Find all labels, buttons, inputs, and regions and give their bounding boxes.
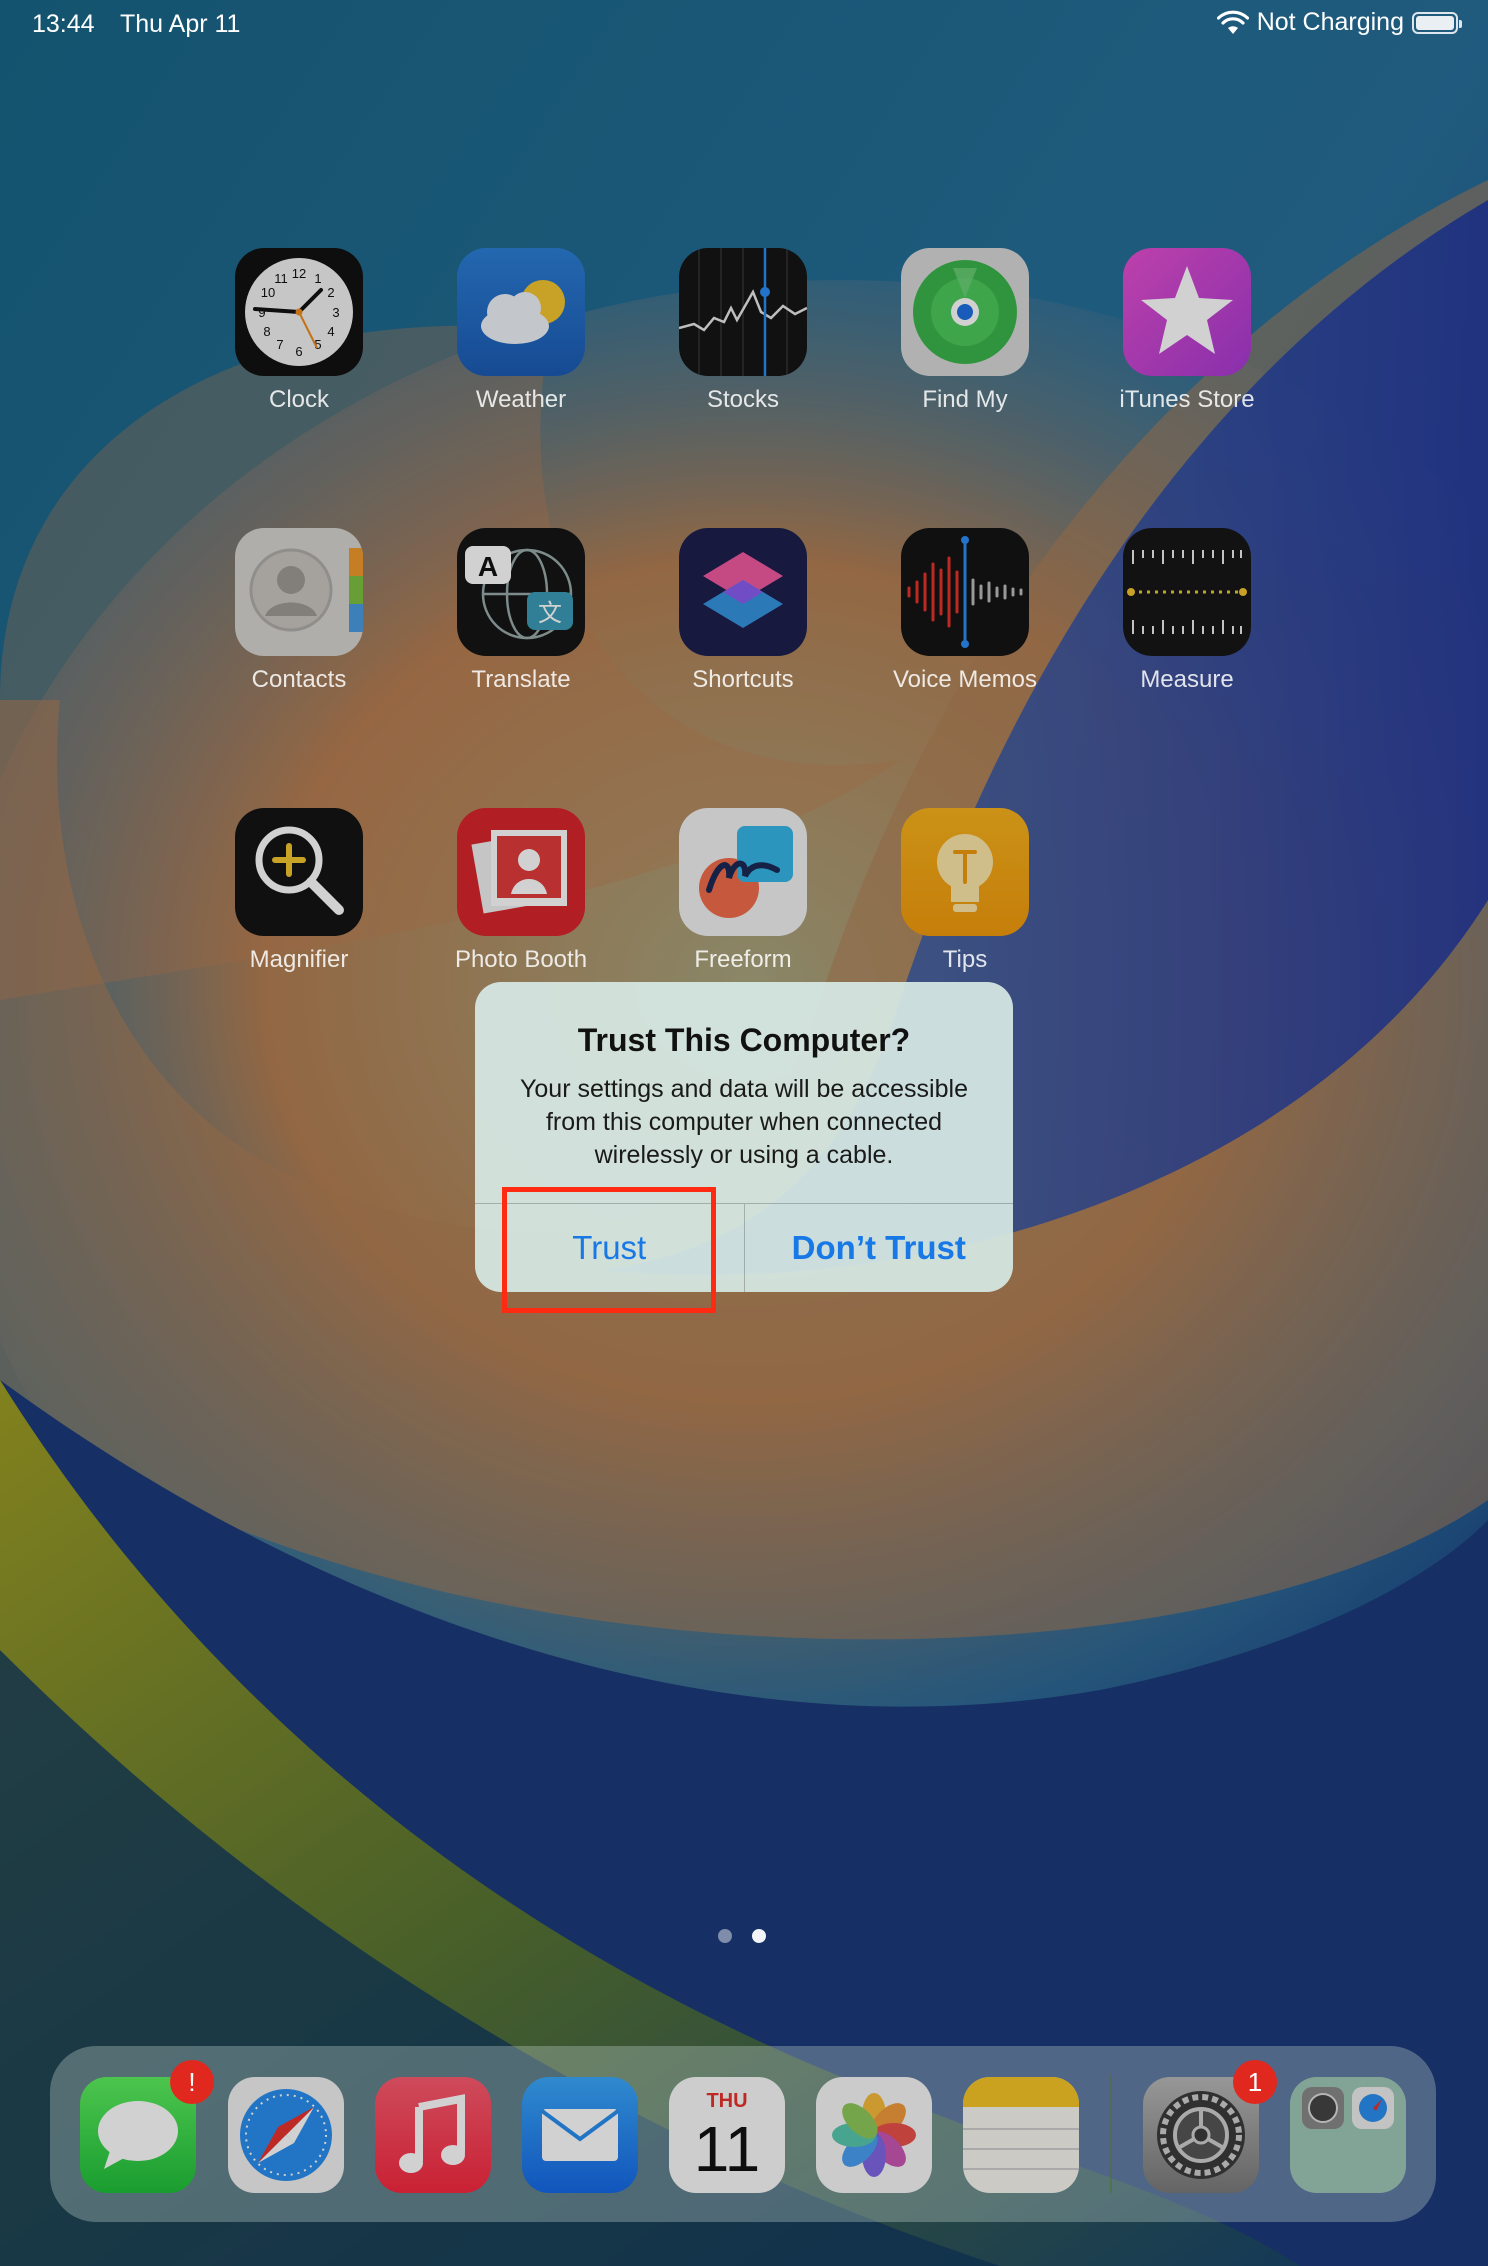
messages-badge: ! xyxy=(170,2060,214,2104)
itunes-store-icon xyxy=(1123,248,1251,376)
dock-notes[interactable] xyxy=(963,2077,1079,2193)
svg-text:2: 2 xyxy=(327,285,334,300)
translate-icon: A 文 xyxy=(457,528,585,656)
app-label: Contacts xyxy=(251,666,347,693)
freeform-icon xyxy=(679,808,807,936)
app-stocks[interactable]: Stocks xyxy=(643,248,843,414)
app-label: Find My xyxy=(922,386,1008,413)
svg-text:文: 文 xyxy=(538,599,562,627)
alert-title: Trust This Computer? xyxy=(577,1022,911,1058)
alert-message: Your settings and data will be accessibl… xyxy=(520,1075,968,1169)
svg-text:3: 3 xyxy=(332,305,339,320)
dock-calendar[interactable]: THU 11 xyxy=(669,2077,785,2193)
app-label: Voice Memos xyxy=(892,666,1038,693)
photos-icon xyxy=(816,2077,932,2193)
trust-button-highlight xyxy=(502,1187,716,1313)
page-indicator[interactable] xyxy=(718,1929,766,1943)
calendar-icon: THU 11 xyxy=(669,2077,785,2193)
dock-music[interactable] xyxy=(375,2077,491,2193)
dock-safari[interactable] xyxy=(228,2077,344,2193)
app-find-my[interactable]: Find My xyxy=(865,248,1065,414)
voice-memos-icon xyxy=(901,528,1029,656)
stocks-icon xyxy=(679,248,807,376)
svg-text:11: 11 xyxy=(274,271,288,286)
settings-badge: 1 xyxy=(1233,2060,1277,2104)
notes-icon xyxy=(963,2077,1079,2193)
dock-photos[interactable] xyxy=(816,2077,932,2193)
app-label: iTunes Store xyxy=(1119,386,1255,413)
status-bar: 13:44 Thu Apr 11 Not Charging xyxy=(0,0,1488,48)
find-my-icon xyxy=(901,248,1029,376)
svg-text:9: 9 xyxy=(258,305,265,320)
weather-icon xyxy=(457,248,585,376)
app-label: Shortcuts xyxy=(692,666,794,693)
app-contacts[interactable]: Contacts xyxy=(199,528,399,694)
svg-text:12: 12 xyxy=(292,266,306,281)
dock-app-library[interactable] xyxy=(1290,2077,1406,2193)
dock-mail[interactable] xyxy=(522,2077,638,2193)
calendar-weekday: THU xyxy=(706,2090,747,2112)
app-library-icon xyxy=(1290,2077,1406,2193)
dock-divider xyxy=(1110,2075,1112,2193)
status-indicators: Not Charging xyxy=(1216,8,1462,37)
battery-icon xyxy=(1412,11,1462,34)
svg-text:A: A xyxy=(478,551,498,582)
mail-icon xyxy=(522,2077,638,2193)
svg-text:4: 4 xyxy=(327,324,334,339)
page-dot[interactable] xyxy=(718,1929,732,1943)
svg-text:1: 1 xyxy=(314,271,321,286)
app-shortcuts[interactable]: Shortcuts xyxy=(643,528,843,694)
app-label: Measure xyxy=(1140,666,1234,693)
app-label: Magnifier xyxy=(249,946,349,973)
app-label: Stocks xyxy=(706,386,780,413)
app-itunes-store[interactable]: iTunes Store xyxy=(1087,248,1287,414)
dont-trust-button[interactable]: Don’t Trust xyxy=(743,1204,1014,1292)
svg-text:6: 6 xyxy=(295,344,302,359)
photo-booth-icon xyxy=(457,808,585,936)
app-label: Weather xyxy=(475,386,567,413)
svg-text:7: 7 xyxy=(276,337,283,352)
app-translate[interactable]: A 文 Translate xyxy=(421,528,621,694)
app-tips[interactable]: Tips xyxy=(865,808,1065,974)
app-label: Tips xyxy=(942,946,988,973)
magnifier-icon xyxy=(235,808,363,936)
app-clock[interactable]: 12 1 2 3 4 5 6 7 8 9 10 11 Clock xyxy=(199,248,399,414)
safari-icon xyxy=(228,2077,344,2193)
measure-icon xyxy=(1123,528,1251,656)
app-voice-memos[interactable]: Voice Memos xyxy=(865,528,1065,694)
app-label: Photo Booth xyxy=(454,946,588,973)
status-date: Thu Apr 11 xyxy=(120,10,241,38)
app-photo-booth[interactable]: Photo Booth xyxy=(421,808,621,974)
music-icon xyxy=(375,2077,491,2193)
svg-text:10: 10 xyxy=(261,285,275,300)
shortcuts-icon xyxy=(679,528,807,656)
battery-level xyxy=(1416,15,1454,30)
app-label: Translate xyxy=(471,666,571,693)
calendar-day: 11 xyxy=(694,2113,760,2185)
tips-icon xyxy=(901,808,1029,936)
page-dot-current[interactable] xyxy=(752,1929,766,1943)
charging-status: Not Charging xyxy=(1256,8,1404,36)
app-weather[interactable]: Weather xyxy=(421,248,621,414)
app-measure[interactable]: Measure xyxy=(1087,528,1287,694)
app-freeform[interactable]: Freeform xyxy=(643,808,843,974)
app-label: Freeform xyxy=(694,946,792,973)
status-time: 13:44 xyxy=(32,10,95,38)
clock-icon: 12 1 2 3 4 5 6 7 8 9 10 11 xyxy=(235,248,363,376)
contacts-icon xyxy=(235,528,363,656)
app-magnifier[interactable]: Magnifier xyxy=(199,808,399,974)
app-label: Clock xyxy=(268,386,329,413)
wifi-icon xyxy=(1216,10,1249,34)
svg-text:8: 8 xyxy=(263,324,270,339)
